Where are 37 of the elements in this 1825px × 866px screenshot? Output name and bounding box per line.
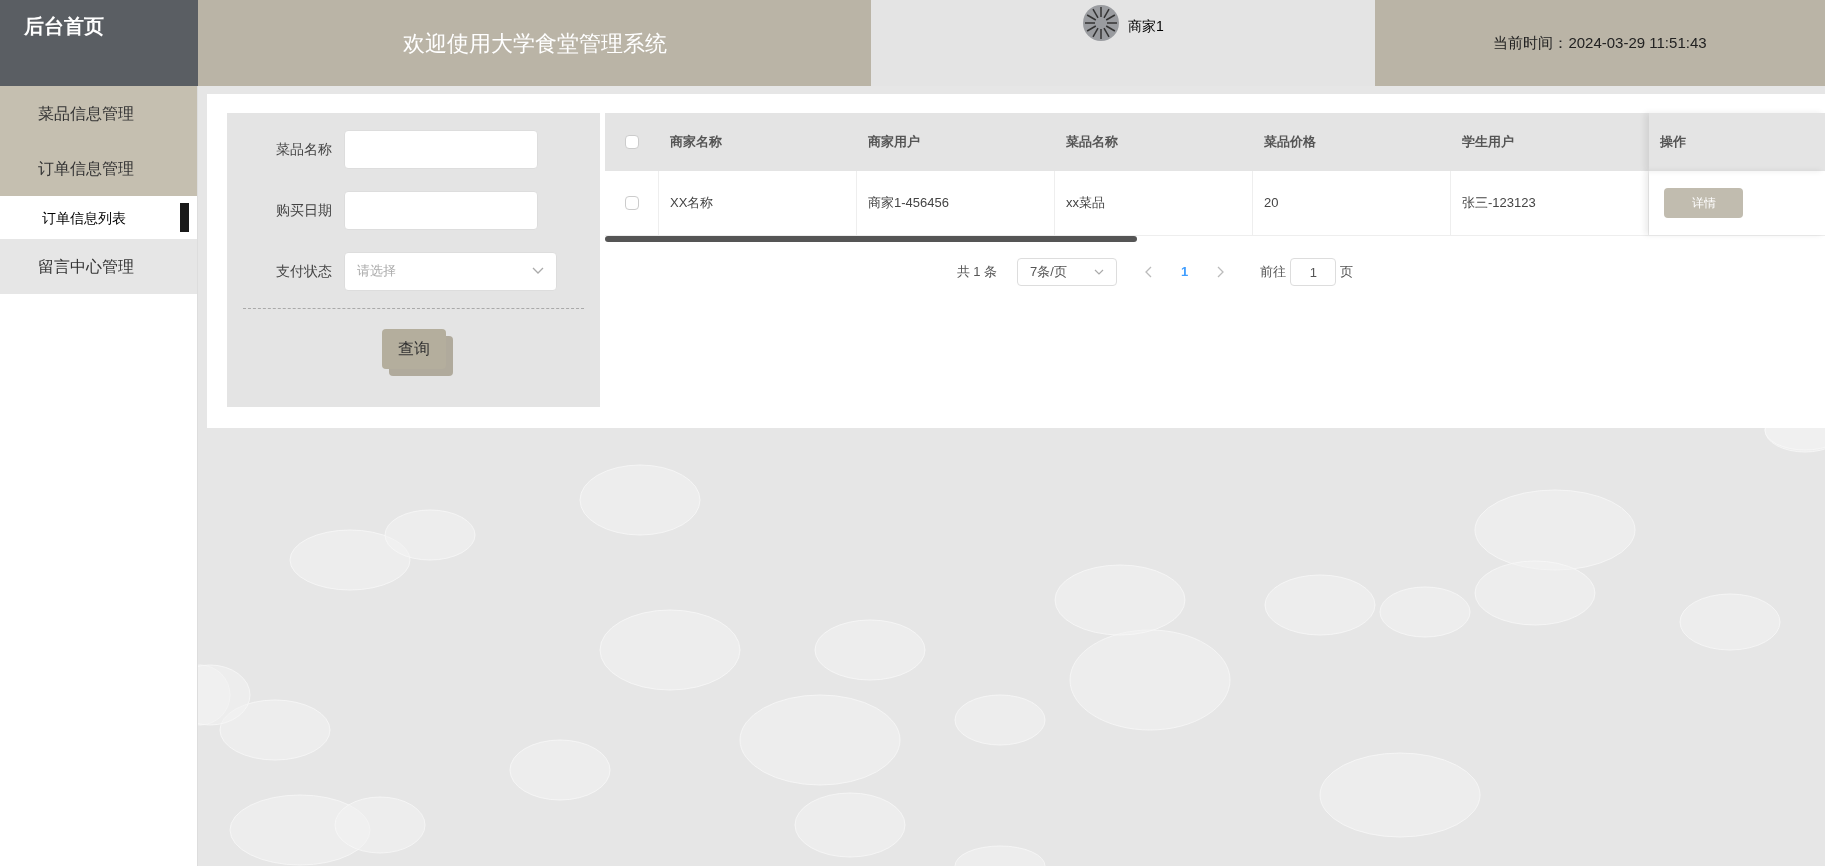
- active-indicator: [180, 203, 189, 232]
- field-label: 菜品名称: [275, 140, 333, 159]
- column-header: 操作: [1660, 133, 1686, 152]
- column-header: 学生用户: [1462, 134, 1514, 150]
- horizontal-scrollbar[interactable]: [605, 236, 1137, 242]
- page-size-select[interactable]: 7条/页: [1017, 258, 1118, 286]
- field-label: 购买日期: [275, 201, 333, 220]
- input-field[interactable]: [344, 129, 538, 169]
- chevron-down-icon: [1094, 269, 1105, 275]
- table-cell-text: xx菜品: [1066, 194, 1105, 213]
- page-suffix: 页: [1340, 263, 1354, 282]
- table-cell-text: 20: [1264, 194, 1279, 213]
- column-header: 商家名称: [670, 134, 722, 150]
- column-header: 菜品名称: [1066, 134, 1118, 150]
- next-page-icon[interactable]: [1216, 266, 1225, 278]
- avatar-icon: [1082, 4, 1121, 42]
- sidebar-menu-item[interactable]: 菜品信息管理: [0, 86, 197, 141]
- user-name: 商家1: [1128, 17, 1164, 36]
- home-link[interactable]: 后台首页: [0, 0, 198, 86]
- input-field[interactable]: [344, 190, 538, 230]
- select-all-checkbox[interactable]: [625, 135, 639, 149]
- goto-label: 前往: [1260, 263, 1287, 282]
- system-title: 欢迎使用大学食堂管理系统: [402, 29, 667, 58]
- chevron-down-icon: [532, 267, 544, 275]
- row-checkbox[interactable]: [624, 196, 639, 210]
- table-cell-text: 张三-123123: [1462, 194, 1536, 213]
- sidebar-menu-item[interactable]: 留言中心管理: [0, 239, 197, 294]
- current-time: 当前时间：2024-03-29 11:51:43: [1493, 32, 1707, 53]
- total-count: 共 1 条: [956, 263, 998, 282]
- column-header: 菜品价格: [1264, 134, 1316, 150]
- column-header: 商家用户: [868, 134, 920, 150]
- table-cell-text: 商家1-456456: [868, 194, 949, 213]
- previous-page-icon[interactable]: [1145, 266, 1154, 278]
- table-cell-text: XX名称: [670, 194, 714, 213]
- page-jump-field[interactable]: 1: [1290, 258, 1337, 286]
- field-label: 支付状态: [275, 262, 333, 281]
- sidebar-menu-item[interactable]: 订单信息管理: [0, 141, 197, 196]
